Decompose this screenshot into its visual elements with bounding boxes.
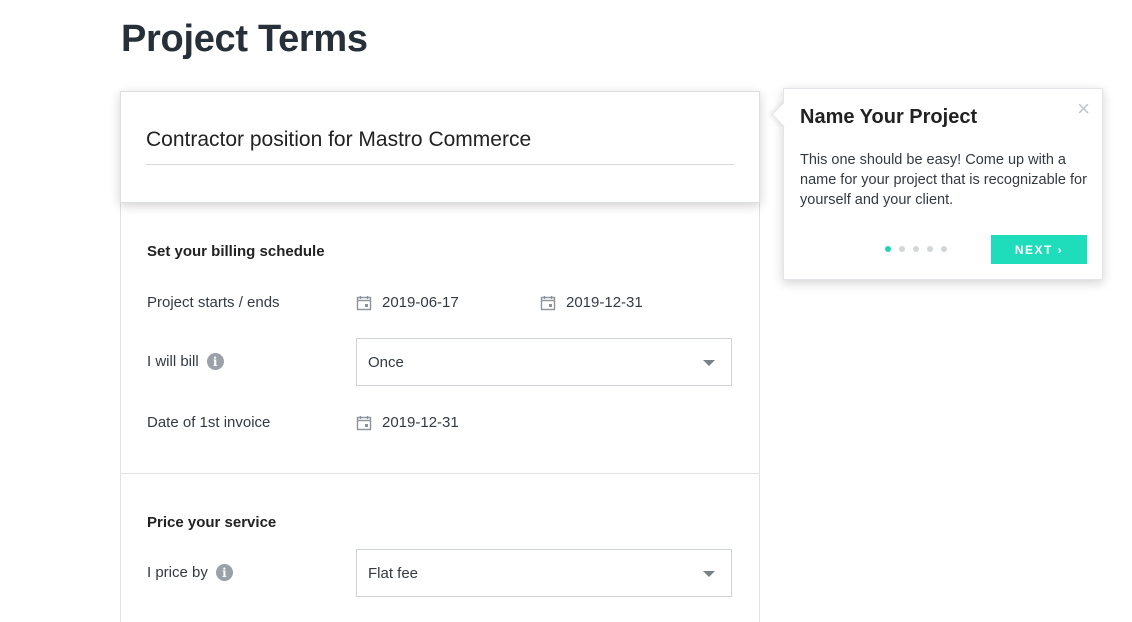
chevron-down-icon	[703, 360, 715, 366]
step-dot-active[interactable]	[885, 246, 891, 252]
price-by-label: I price by i	[147, 564, 233, 581]
calendar-icon	[540, 295, 556, 310]
close-icon[interactable]: ×	[1077, 98, 1090, 120]
first-invoice-label-text: Date of 1st invoice	[147, 414, 271, 431]
step-dot[interactable]	[913, 246, 919, 252]
first-invoice-date-value: 2019-12-31	[382, 414, 459, 431]
step-dot[interactable]	[927, 246, 933, 252]
step-indicator	[885, 246, 947, 252]
project-name-input[interactable]: Contractor position for Mastro Commerce	[146, 128, 734, 165]
start-date-value: 2019-06-17	[382, 294, 459, 311]
bill-frequency-value: Once	[368, 354, 404, 371]
price-by-value: Flat fee	[368, 565, 419, 582]
chevron-down-icon	[703, 571, 715, 577]
project-dates-label-text: Project starts / ends	[147, 294, 280, 311]
end-date-value: 2019-12-31	[566, 294, 643, 311]
billing-section-title: Set your billing schedule	[147, 243, 325, 260]
onboarding-popover: Name Your Project × This one should be e…	[771, 88, 1103, 280]
step-dot[interactable]	[899, 246, 905, 252]
bill-frequency-select[interactable]: Once	[356, 338, 732, 386]
info-icon[interactable]: i	[206, 353, 224, 370]
calendar-icon	[356, 415, 372, 430]
end-date-field[interactable]: 2019-12-31	[540, 294, 643, 311]
pricing-section-title: Price your service	[147, 514, 277, 531]
project-dates-label: Project starts / ends	[147, 294, 280, 311]
step-dot[interactable]	[941, 246, 947, 252]
project-name-card: Contractor position for Mastro Commerce	[120, 91, 760, 203]
section-divider	[121, 473, 759, 474]
first-invoice-label: Date of 1st invoice	[147, 414, 270, 431]
popover-title: Name Your Project	[800, 106, 978, 128]
calendar-icon	[356, 295, 372, 310]
start-date-field[interactable]: 2019-06-17	[356, 294, 459, 311]
price-by-label-text: I price by	[147, 564, 208, 581]
info-icon[interactable]: i	[215, 564, 233, 581]
bill-frequency-label-text: I will bill	[147, 353, 199, 370]
bill-frequency-label: I will bill i	[147, 353, 224, 370]
page-title: Project Terms	[121, 18, 368, 60]
next-button[interactable]: NEXT ›	[991, 235, 1087, 264]
price-by-select[interactable]: Flat fee	[356, 549, 732, 597]
popover-body: This one should be easy! Come up with a …	[800, 152, 1087, 208]
first-invoice-date-field[interactable]: 2019-12-31	[356, 414, 459, 431]
popover-arrow	[771, 102, 796, 127]
